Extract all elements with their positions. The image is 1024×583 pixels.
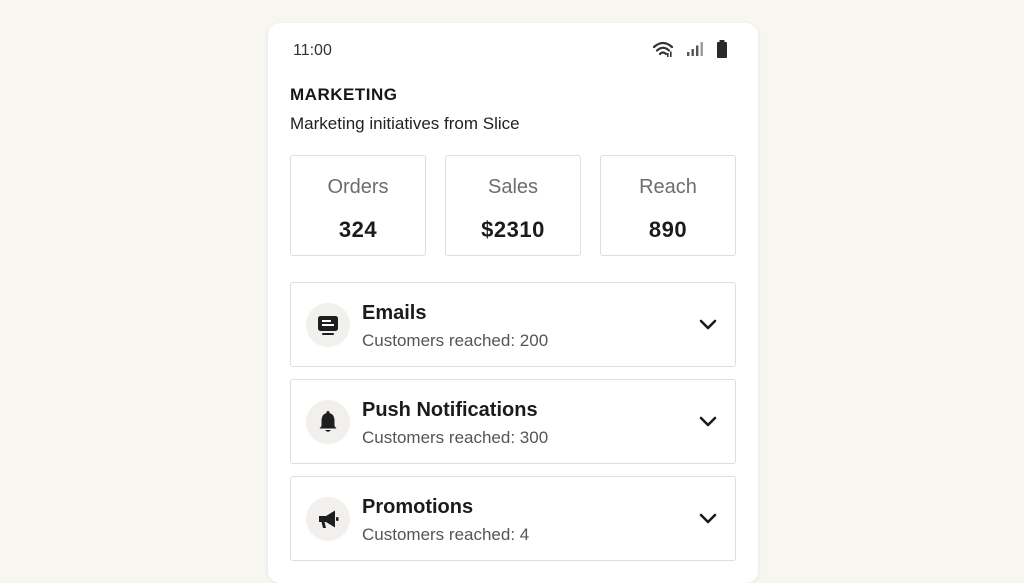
- page-subtitle: Marketing initiatives from Slice: [290, 114, 520, 133]
- status-icons: [652, 40, 728, 58]
- stat-card-orders: Orders 324: [290, 155, 426, 256]
- phone-screen: 11:00 MARKETING Marketing initiatives fr…: [268, 23, 758, 583]
- stat-value: $2310: [481, 217, 545, 242]
- chevron-down-icon[interactable]: [697, 508, 719, 530]
- stat-card-sales: Sales $2310: [445, 155, 581, 256]
- campaign-subtitle: Customers reached: 4: [362, 525, 530, 544]
- status-time: 11:00: [293, 42, 332, 59]
- stat-card-reach: Reach 890: [600, 155, 736, 256]
- status-bar: 11:00: [268, 23, 758, 79]
- page-title: MARKETING: [290, 85, 398, 104]
- campaign-emails[interactable]: Emails Customers reached: 200: [290, 282, 736, 367]
- campaign-title: Emails: [362, 302, 427, 324]
- campaign-promotions[interactable]: Promotions Customers reached: 4: [290, 476, 736, 561]
- campaign-subtitle: Customers reached: 200: [362, 331, 549, 350]
- stat-label: Reach: [639, 176, 697, 198]
- stats-row: Orders 324 Sales $2310 Reach 890: [290, 155, 736, 258]
- bell-icon: [306, 400, 350, 444]
- megaphone-icon: [306, 497, 350, 541]
- stat-label: Orders: [327, 176, 389, 198]
- stat-value: 324: [338, 217, 378, 242]
- signal-icon: [686, 41, 704, 57]
- chevron-down-icon[interactable]: [697, 411, 719, 433]
- stat-value: 890: [648, 217, 688, 242]
- battery-icon: [716, 40, 728, 58]
- chevron-down-icon[interactable]: [697, 314, 719, 336]
- wifi-icon: [652, 40, 674, 58]
- stat-label: Sales: [487, 176, 539, 198]
- campaign-title: Promotions: [362, 496, 474, 518]
- campaign-title: Push Notifications: [362, 399, 538, 421]
- campaign-subtitle: Customers reached: 300: [362, 428, 549, 447]
- campaign-push-notifications[interactable]: Push Notifications Customers reached: 30…: [290, 379, 736, 464]
- newsletter-icon: [306, 303, 350, 347]
